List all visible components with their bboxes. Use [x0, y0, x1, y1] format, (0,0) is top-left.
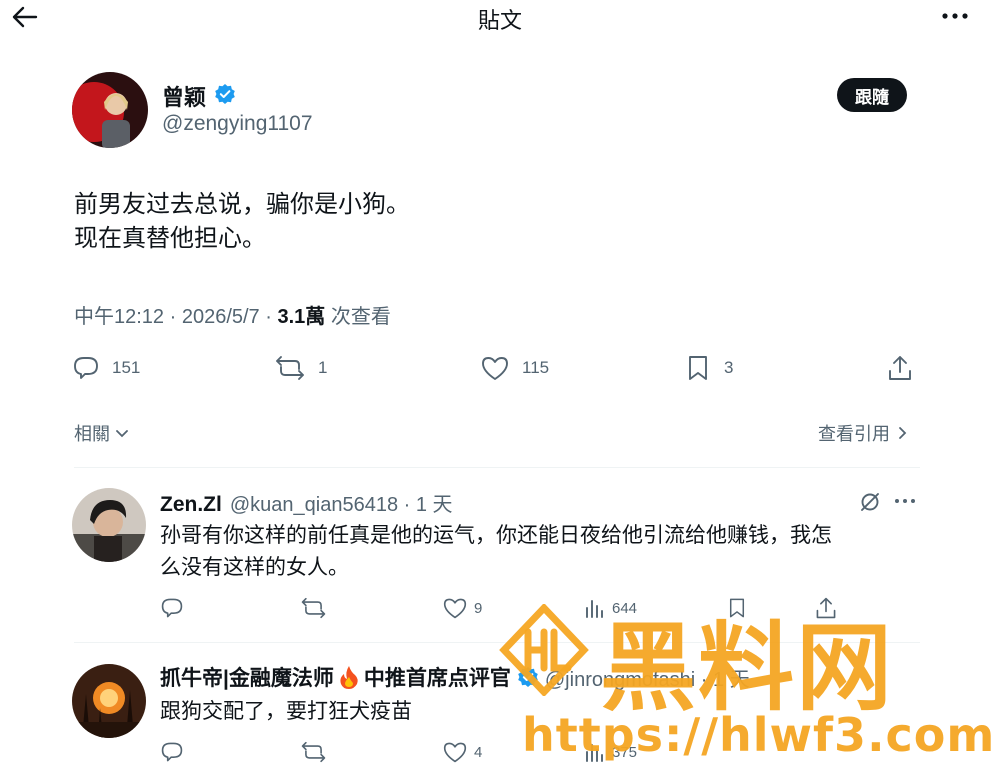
reply-repost-action[interactable]: [300, 740, 333, 764]
view-count: 3.1萬: [277, 306, 326, 328]
chevron-right-icon: [899, 427, 907, 439]
reply-action[interactable]: 151: [72, 354, 140, 382]
quotes-label: 查看引用: [818, 424, 890, 444]
author-name[interactable]: 曾颖: [162, 80, 206, 112]
reply-text-line: 孙哥有你这样的前任真是他的运气，你还能日夜给他引流给他赚钱，我怎: [160, 524, 832, 547]
reply-reply-action[interactable]: [160, 596, 190, 620]
reply-like-action[interactable]: 4: [442, 740, 482, 764]
watermark-url: https://hlwf3.com: [522, 708, 996, 762]
verified-badge-icon: [214, 83, 236, 105]
post-timestamp[interactable]: 中午12:12 · 2026/5/7 ·: [74, 306, 277, 328]
bookmark-icon: [689, 356, 707, 380]
reply-header: Zen.Zl @kuan_qian56418 · 1 天: [160, 488, 453, 517]
reply-text-line: 么没有这样的女人。: [160, 556, 349, 579]
reply-text-line: 跟狗交配了，要打狂犬疫苗: [160, 700, 412, 723]
reply-repost-action[interactable]: [300, 596, 333, 620]
related-label: 相關: [74, 424, 110, 444]
reply-like-count: 4: [474, 743, 483, 761]
post-text-line: 现在真替他担心。: [74, 225, 266, 252]
like-count: 115: [522, 358, 550, 377]
share-action[interactable]: [886, 354, 926, 382]
reply-text: 跟狗交配了，要打狂犬疫苗: [160, 696, 412, 728]
related-dropdown[interactable]: 相關: [74, 420, 130, 446]
page-title: 貼文: [477, 8, 522, 33]
reply-like-action[interactable]: 9: [442, 596, 482, 620]
heart-icon: [443, 598, 467, 619]
follow-button[interactable]: 跟隨: [837, 78, 907, 112]
reply-reply-action[interactable]: [160, 740, 190, 764]
repost-icon: [301, 741, 326, 763]
reply-author-name[interactable]: 抓牛帝|金融魔法师: [160, 662, 334, 692]
reply-icon: [74, 357, 98, 379]
bookmark-action[interactable]: 3: [684, 354, 733, 382]
reply-author-name-suffix[interactable]: 中推首席点评官: [364, 662, 511, 692]
heart-icon: [482, 357, 508, 380]
heart-icon: [443, 742, 467, 763]
repost-icon: [276, 356, 304, 380]
post-meta: 中午12:12 · 2026/5/7 · 3.1萬 次查看: [74, 300, 391, 329]
reply-count: 151: [112, 358, 141, 377]
watermark-logo-icon: [498, 604, 590, 696]
more-options-icon[interactable]: [940, 10, 970, 22]
reply-icon: [161, 598, 183, 618]
fire-icon: [340, 666, 358, 689]
repost-count: 1: [318, 358, 328, 377]
chevron-down-icon: [116, 430, 128, 438]
reply-author-name[interactable]: Zen.Zl: [160, 493, 222, 517]
reply-icon: [161, 742, 183, 762]
view-label: 次查看: [325, 306, 391, 328]
repost-icon: [301, 597, 326, 619]
post-text-line: 前男友过去总说，骗你是小狗。: [74, 191, 410, 218]
more-options-icon[interactable]: [894, 497, 916, 505]
share-icon: [889, 356, 911, 380]
view-quotes-link[interactable]: 查看引用: [818, 420, 910, 446]
reply-author-handle[interactable]: @kuan_qian56418 · 1 天: [230, 488, 453, 517]
bookmark-count: 3: [724, 358, 734, 377]
reply-avatar[interactable]: [72, 664, 146, 738]
author-avatar[interactable]: [72, 72, 148, 148]
divider: [74, 467, 920, 468]
reply-like-count: 9: [474, 599, 483, 617]
reply-avatar[interactable]: [72, 488, 146, 562]
like-action[interactable]: 115: [480, 354, 549, 382]
grok-icon[interactable]: [858, 490, 882, 514]
repost-action[interactable]: 1: [274, 354, 327, 382]
post-text: 前男友过去总说，骗你是小狗。 现在真替他担心。: [74, 188, 410, 256]
author-handle[interactable]: @zengying1107: [162, 112, 313, 136]
reply-text: 孙哥有你这样的前任真是他的运气，你还能日夜给他引流给他赚钱，我怎 么没有这样的女…: [160, 520, 832, 584]
